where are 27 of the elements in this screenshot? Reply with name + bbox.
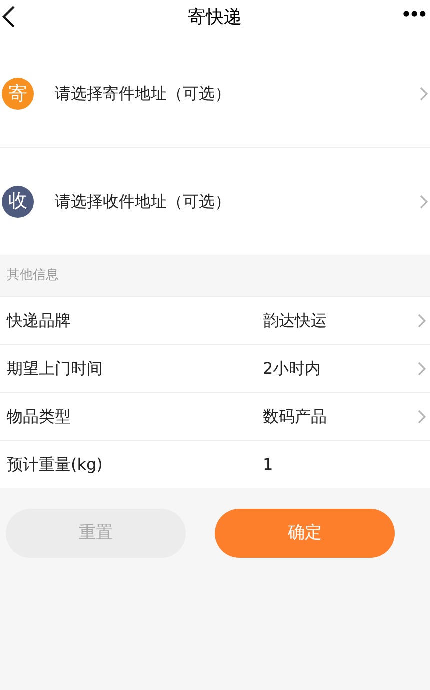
field-label: 期望上门时间 [7,358,104,380]
address-label: 请选择收件地址（可选） [55,190,232,212]
chevron-right-icon [418,362,426,376]
section-title: 其他信息 [7,266,59,285]
field-label: 快递品牌 [7,310,72,332]
chevron-right-icon [420,87,428,101]
form-row[interactable]: 快递品牌 韵达快运 [0,296,430,344]
form-row[interactable]: 预计重量(kg) 1 [0,440,430,488]
address-badge: 收 [2,186,34,218]
back-icon[interactable] [2,6,16,28]
chevron-right-icon [418,314,426,328]
form-row[interactable]: 期望上门时间 2小时内 [0,344,430,392]
form-row[interactable]: 物品类型 数码产品 [0,392,430,440]
field-value: 韵达快运 [263,310,328,332]
field-label: 预计重量(kg) [7,454,104,476]
field-value: 数码产品 [263,406,328,428]
field-label: 物品类型 [7,406,72,428]
field-value: 2小时内 [263,358,322,380]
address-label: 请选择寄件地址（可选） [55,83,232,105]
address-row[interactable]: 寄 请选择寄件地址（可选） [0,35,430,148]
more-button[interactable]: ••• [401,3,426,27]
page-title: 寄快递 [188,6,242,30]
field-value: 1 [263,454,274,476]
chevron-right-icon [418,410,426,424]
chevron-right-icon [420,194,428,208]
address-badge: 寄 [2,78,34,110]
address-row[interactable]: 收 请选择收件地址（可选） [0,148,430,255]
